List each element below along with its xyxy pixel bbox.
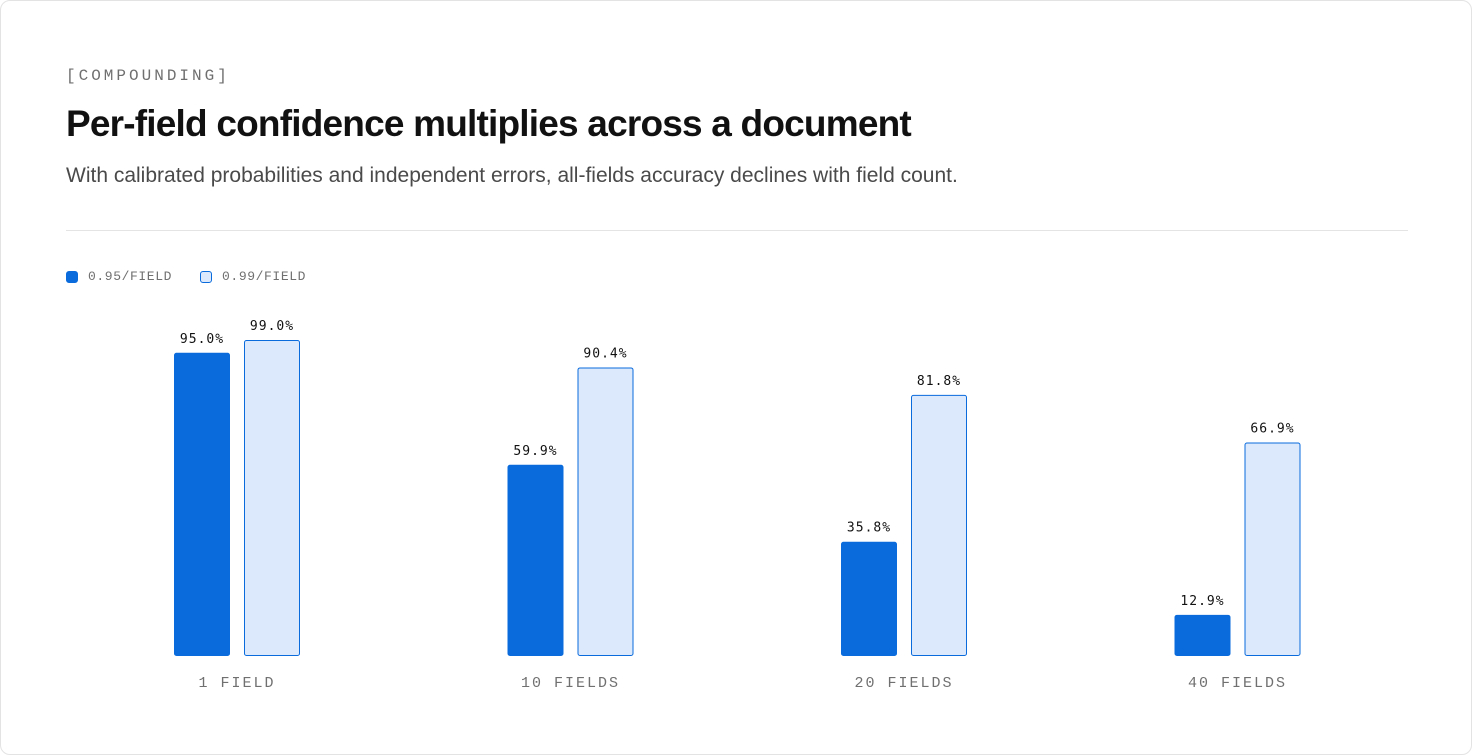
bar-secondary-2 <box>577 367 634 656</box>
category-label: 20 FIELDS <box>854 675 953 692</box>
bar-value-label: 99.0% <box>250 319 294 334</box>
bar-value-label: 81.8% <box>917 374 961 389</box>
category-label: 40 FIELDS <box>1188 675 1287 692</box>
bar-value-label: 95.0% <box>180 332 224 347</box>
category-label: 1 FIELD <box>198 675 275 692</box>
chart-card: [COMPOUNDING] Per-field confidence multi… <box>0 0 1472 755</box>
bar-primary-3 <box>841 541 897 657</box>
bar-value-label: 35.8% <box>847 521 891 536</box>
category-label: 10 FIELDS <box>521 675 620 692</box>
bar-secondary-4 <box>1244 442 1301 656</box>
bar-primary-1 <box>174 352 230 656</box>
bar-value-label: 90.4% <box>583 346 627 361</box>
bar-secondary-1 <box>244 340 300 656</box>
bar-value-label: 59.9% <box>513 444 557 459</box>
bar-value-label: 66.9% <box>1250 421 1294 436</box>
bar-value-label: 12.9% <box>1180 594 1224 609</box>
bar-primary-4 <box>1174 614 1231 656</box>
bar-primary-2 <box>507 464 564 656</box>
bar-secondary-3 <box>911 394 967 656</box>
bar-chart: 95.0% 99.0% 1 FIELD 59.9% 90.4% 10 FIELDS 35.8… <box>174 319 1301 692</box>
